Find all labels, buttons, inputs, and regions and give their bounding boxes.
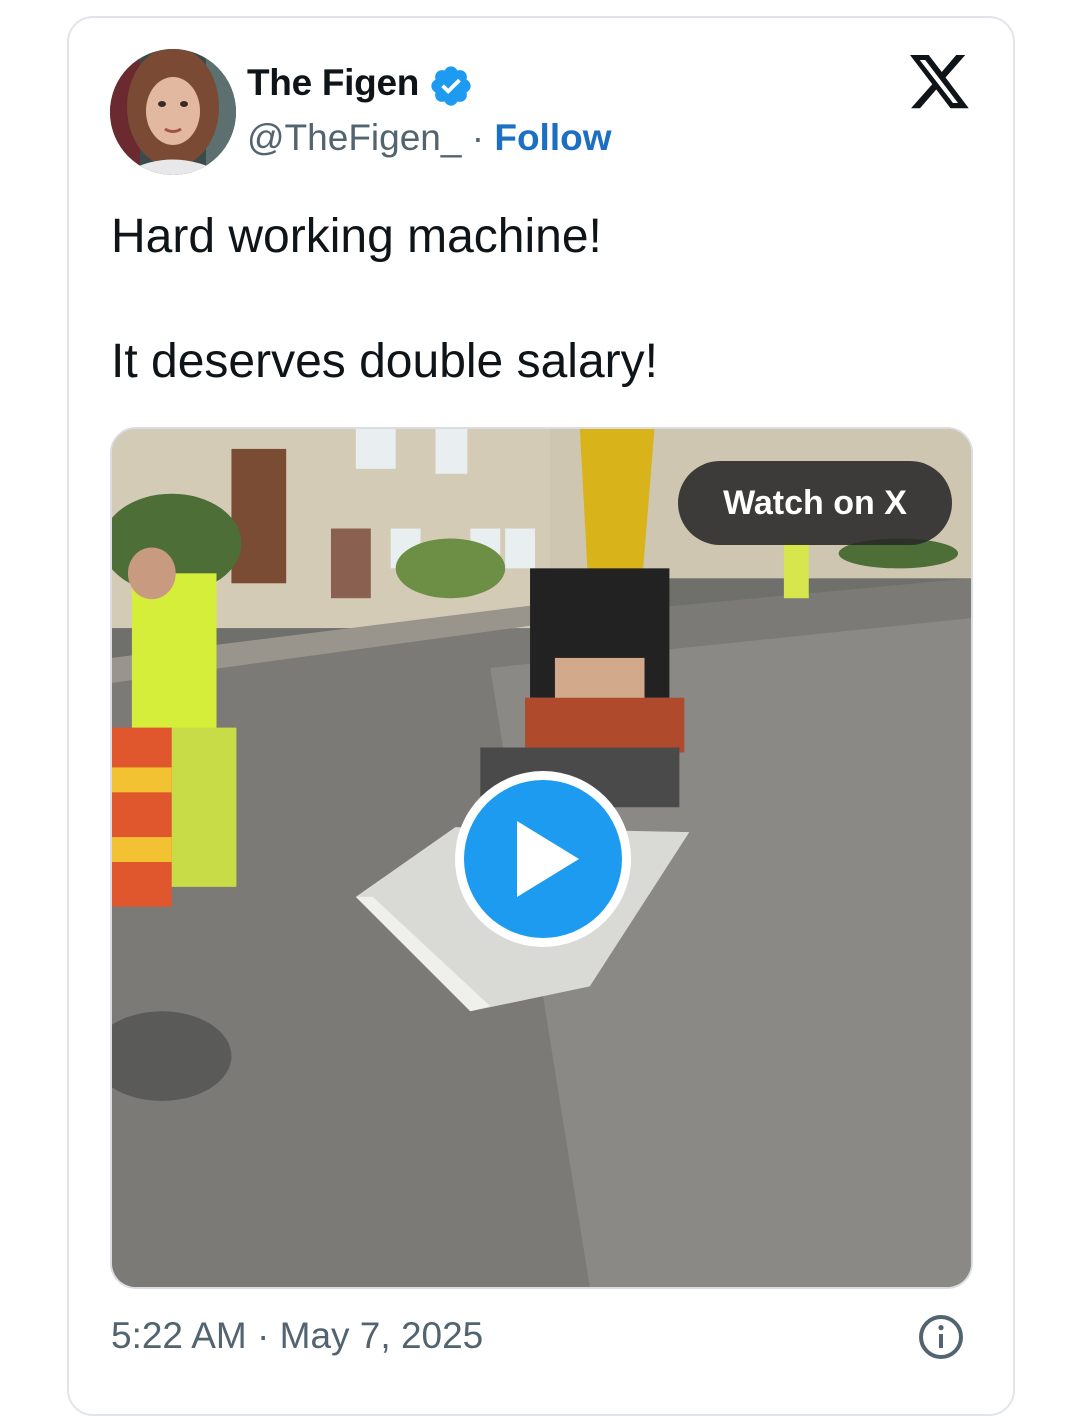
info-icon[interactable] [917,1313,965,1361]
watch-on-x-button[interactable]: Watch on X [678,461,952,545]
x-logo-icon[interactable] [909,55,969,110]
video-player[interactable]: Watch on X [110,427,973,1289]
separator-dot: · [471,117,485,158]
tweet-text-line-1: Hard working machine! [111,210,602,263]
author-avatar[interactable] [110,49,236,175]
play-icon [517,821,579,897]
author-name[interactable]: The Figen [247,61,419,105]
verified-badge-icon [431,66,471,106]
follow-link[interactable]: Follow [494,117,611,158]
author-handle-row: @TheFigen_ · Follow [247,115,612,161]
tweet-text-line-2: It deserves double salary! [111,335,658,388]
play-button[interactable] [455,771,631,947]
tweet-timestamp[interactable]: 5:22 AM · May 7, 2025 [111,1313,483,1359]
author-handle[interactable]: @TheFigen_ [247,117,461,158]
